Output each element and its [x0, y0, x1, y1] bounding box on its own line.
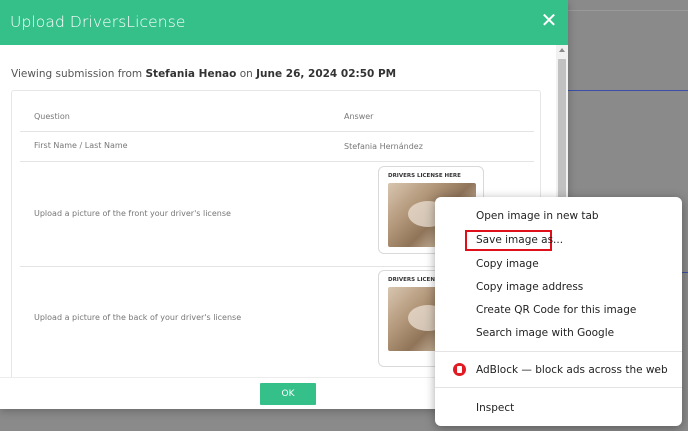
modal-title: Upload DriversLicense: [10, 13, 186, 31]
menu-item-copy-image[interactable]: Copy image: [476, 258, 539, 270]
back-image-caption: DRIVERS LICENS: [388, 277, 439, 283]
table-row: First Name / Last Name Stefania Hernánde…: [20, 132, 534, 162]
menu-item-adblock[interactable]: AdBlock — block ads across the web: [476, 364, 668, 376]
backdrop-line-right: [682, 272, 688, 273]
question-front-license: Upload a picture of the front your drive…: [34, 209, 231, 218]
chevron-right-icon: ›: [654, 365, 658, 376]
question-name: First Name / Last Name: [34, 141, 128, 150]
menu-item-save-image-as[interactable]: Save image as...: [476, 234, 563, 246]
close-icon[interactable]: ✕: [540, 11, 558, 31]
menu-item-create-qr-code[interactable]: Create QR Code for this image: [476, 304, 636, 316]
menu-item-copy-image-address[interactable]: Copy image address: [476, 281, 583, 293]
adblock-icon: [453, 363, 466, 376]
table-header-row: Question Answer: [20, 91, 534, 132]
modal-header: Upload DriversLicense ✕: [0, 0, 568, 45]
front-image-caption: DRIVERS LICENSE HERE: [388, 173, 461, 179]
ok-button[interactable]: OK: [260, 383, 316, 405]
menu-item-open-image-new-tab[interactable]: Open image in new tab: [476, 210, 599, 222]
backdrop-line-blue: [568, 90, 688, 91]
viewing-prefix: Viewing submission from: [11, 68, 143, 80]
header-answer: Answer: [344, 112, 374, 121]
submission-date: June 26, 2024 02:50 PM: [256, 68, 397, 80]
question-back-license: Upload a picture of the back of your dri…: [34, 313, 242, 322]
submitter-name: Stefania Henao: [145, 68, 237, 80]
menu-item-inspect[interactable]: Inspect: [476, 402, 514, 414]
backdrop-line-top: [568, 10, 688, 11]
menu-separator: [435, 351, 682, 352]
context-menu: Open image in new tab Save image as... C…: [435, 197, 682, 426]
viewing-on: on: [239, 68, 253, 80]
header-question: Question: [34, 112, 70, 121]
menu-item-search-image-google[interactable]: Search image with Google: [476, 327, 614, 339]
submission-info: Viewing submission from Stefania Henao o…: [11, 68, 396, 80]
menu-separator: [435, 387, 682, 388]
answer-name: Stefania Hernández: [344, 142, 423, 151]
scroll-up-icon[interactable]: [559, 48, 565, 52]
